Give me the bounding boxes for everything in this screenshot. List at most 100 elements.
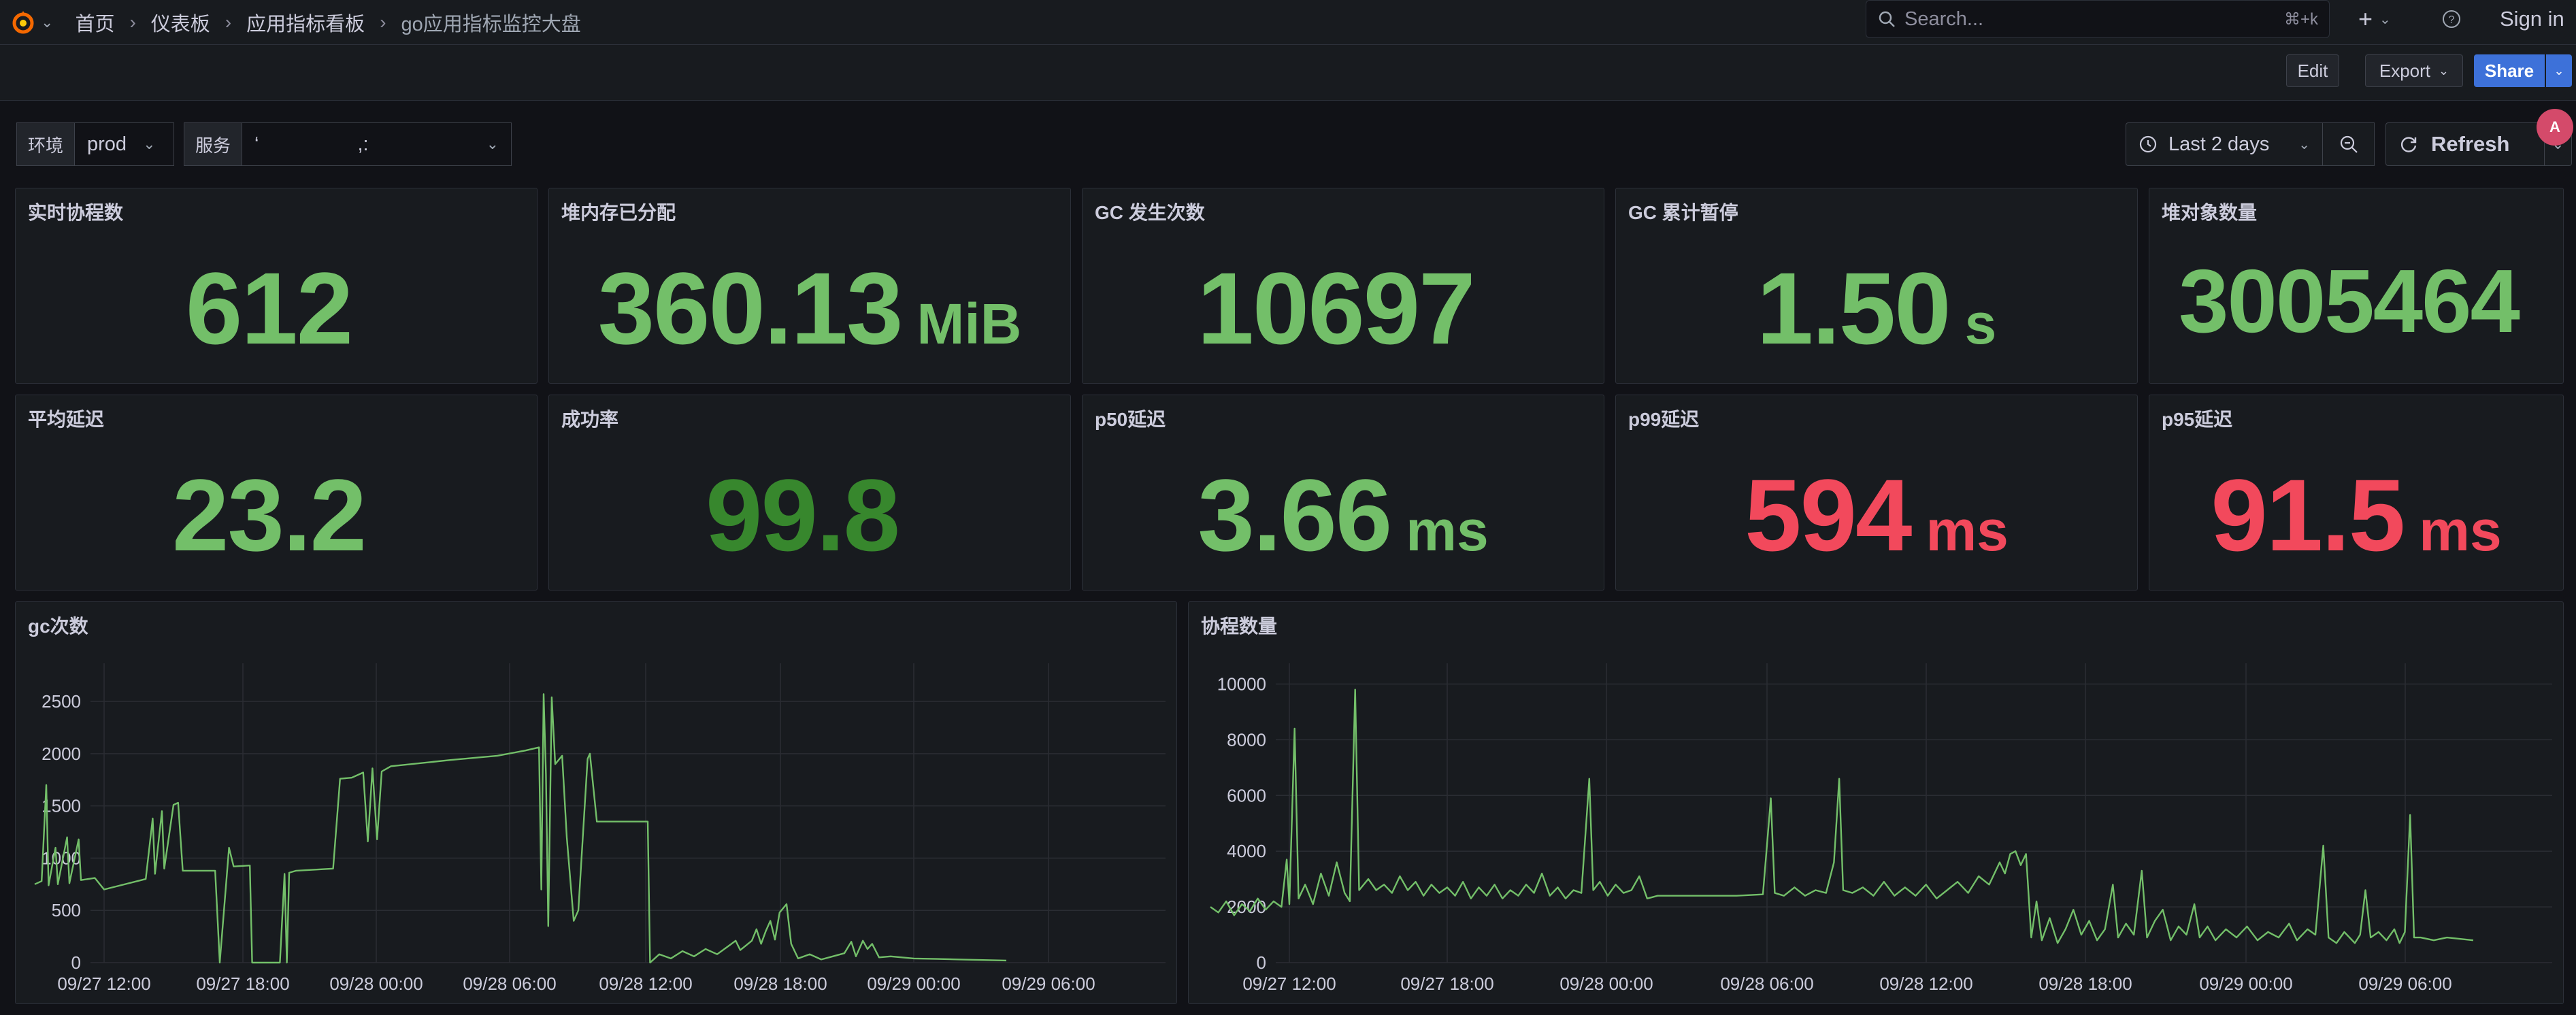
- timeseries-panel-goroutines[interactable]: 协程数量 0 2000 4000 6000 8000 10000 09/27 12:00 09…: [1188, 601, 2564, 1004]
- x-tick-label: 09/28 06:00: [463, 974, 556, 994]
- refresh-button[interactable]: Refresh: [2385, 122, 2545, 166]
- stat-panel-gc-count[interactable]: GC 发生次数 10697: [1082, 188, 1604, 384]
- x-tick-label: 09/29 00:00: [867, 974, 960, 994]
- search-icon: [1879, 11, 1895, 27]
- y-tick-label: 8000: [1227, 729, 1266, 750]
- stat-value: 91.5 ms: [2211, 458, 2502, 572]
- x-tick-label: 09/28 18:00: [733, 974, 827, 994]
- x-tick-label: 09/28 18:00: [2038, 974, 2132, 994]
- breadcrumb-dashboards[interactable]: 仪表板: [151, 8, 210, 37]
- timeseries-panel-gc-count[interactable]: gc次数 0 500 1000 1500 2000 2500 09/27 12:00 09/2…: [15, 601, 1177, 1004]
- x-tick-label: 09/27 18:00: [196, 974, 289, 994]
- panel-title: 平均延迟: [28, 409, 105, 430]
- translate-badge-label: A: [2549, 118, 2560, 135]
- export-label: Export: [2379, 60, 2431, 81]
- x-tick-label: 09/29 00:00: [2199, 974, 2292, 994]
- panel-title: p50延迟: [1095, 409, 1166, 430]
- panel-title: 堆对象数量: [2162, 202, 2258, 223]
- stat-panel-success-rate[interactable]: 成功率 99.8: [548, 395, 1071, 590]
- help-button[interactable]: ?: [2441, 0, 2462, 38]
- search-placeholder: Search...: [1904, 7, 1984, 30]
- variable-value: prod: [87, 133, 127, 155]
- chevron-down-icon: ⌄: [486, 135, 499, 152]
- stat-value: 99.8: [706, 458, 900, 572]
- x-tick-label: 09/28 00:00: [1559, 974, 1653, 994]
- x-tick-label: 09/28 12:00: [599, 974, 692, 994]
- breadcrumb-home[interactable]: 首页: [75, 8, 114, 37]
- stat-panel-heap-alloc[interactable]: 堆内存已分配 360.13 MiB: [548, 188, 1071, 384]
- goroutine-count-chart: 020004000600080001000009/27 12:00 09/27 1…: [1210, 663, 2552, 994]
- stat-panel-goroutines[interactable]: 实时协程数 612: [15, 188, 538, 384]
- x-tick-label: 09/27 12:00: [57, 974, 150, 994]
- stat-value: 594 ms: [1745, 458, 2009, 572]
- panel-title: GC 累计暂停: [1628, 202, 1738, 223]
- breadcrumb-dashboard-title: go应用指标监控大盘: [401, 13, 581, 35]
- stat-panel-p95-latency[interactable]: p95延迟 91.5 ms: [2149, 395, 2564, 590]
- env-select[interactable]: prod ⌄: [75, 122, 175, 166]
- variable-env: 环境 prod ⌄: [16, 122, 175, 166]
- stat-panel-gc-pause[interactable]: GC 累计暂停 1.50 s: [1615, 188, 2138, 384]
- svg-text:?: ?: [2449, 14, 2455, 26]
- stat-value: 3.66 ms: [1198, 458, 1489, 572]
- time-range-label: Last 2 days: [2168, 133, 2270, 155]
- search-shortcut: ⌘+k: [2283, 10, 2318, 29]
- stat-value: 612: [185, 251, 353, 365]
- stat-panel-p99-latency[interactable]: p99延迟 594 ms: [1615, 395, 2138, 590]
- variable-label: 环境: [16, 122, 76, 166]
- translate-icon[interactable]: A: [2537, 109, 2573, 146]
- share-button[interactable]: Share: [2474, 54, 2545, 87]
- variable-label: 服务: [184, 122, 243, 166]
- panel-title: p99延迟: [1628, 409, 1700, 430]
- search-input[interactable]: Search... ⌘+k: [1866, 0, 2330, 38]
- stat-panel-p50-latency[interactable]: p50延迟 3.66 ms: [1082, 395, 1604, 590]
- dashboard-toolbar: Edit Export ⌄ Share ⌄: [0, 45, 2576, 101]
- panel-title: 实时协程数: [28, 202, 124, 223]
- help-icon: ?: [2443, 10, 2460, 28]
- panel-title: 堆内存已分配: [561, 202, 676, 223]
- y-tick-label: 0: [71, 952, 81, 973]
- refresh-label: Refresh: [2431, 132, 2510, 156]
- stat-value: 3005464: [2179, 251, 2520, 351]
- y-tick-label: 2000: [42, 744, 81, 764]
- export-button[interactable]: Export ⌄: [2365, 54, 2463, 87]
- grafana-logo-icon[interactable]: [8, 7, 38, 37]
- edit-button[interactable]: Edit: [2286, 54, 2339, 87]
- y-tick-label: 500: [52, 900, 81, 920]
- y-tick-label: 0: [1257, 952, 1266, 973]
- sign-in-link[interactable]: Sign in: [2500, 0, 2564, 38]
- stat-panel-avg-latency[interactable]: 平均延迟 23.2: [15, 395, 538, 590]
- x-tick-label: 09/28 12:00: [1879, 974, 1972, 994]
- service-select[interactable]: ‘ ,: ⌄: [242, 122, 512, 166]
- stat-value: 10697: [1197, 251, 1475, 365]
- zoom-out-button[interactable]: [2323, 122, 2375, 166]
- x-tick-label: 09/27 12:00: [1242, 974, 1336, 994]
- refresh-icon: [2400, 137, 2417, 152]
- stat-panel-heap-objects[interactable]: 堆对象数量 3005464: [2149, 188, 2564, 384]
- x-tick-label: 09/27 18:00: [1400, 974, 1493, 994]
- series-line: [1210, 688, 2474, 944]
- share-dropdown-button[interactable]: ⌄: [2546, 54, 2572, 87]
- x-tick-label: 09/29 06:00: [2358, 974, 2451, 994]
- chevron-down-icon: ⌄: [143, 135, 156, 152]
- add-new-button[interactable]: + ⌄: [2358, 0, 2391, 38]
- clock-icon: [2139, 135, 2157, 153]
- stat-value: 23.2: [172, 458, 367, 572]
- x-tick-label: 09/29 06:00: [1002, 974, 1095, 994]
- panel-title: 成功率: [561, 409, 619, 430]
- breadcrumb-folder[interactable]: 应用指标看板: [246, 8, 365, 37]
- y-tick-label: 2500: [42, 691, 81, 712]
- x-tick-label: 09/28 06:00: [1720, 974, 1813, 994]
- chevron-down-icon: ⌄: [2379, 12, 2391, 27]
- plus-icon: +: [2358, 5, 2373, 33]
- gc-count-chart: 0500100015002000250009/27 12:00 09/27 18:…: [34, 663, 1166, 994]
- panel-title: p95延迟: [2162, 409, 2233, 430]
- x-tick-label: 09/28 00:00: [329, 974, 423, 994]
- chevron-down-icon[interactable]: ⌄: [41, 14, 53, 31]
- variable-value: ‘ ,:: [254, 133, 369, 155]
- chevron-down-icon: ⌄: [2554, 63, 2564, 78]
- breadcrumb: 首页 › 仪表板 › 应用指标看板 › go应用指标监控大盘: [75, 8, 580, 37]
- time-range-picker[interactable]: Last 2 days ⌄: [2126, 122, 2323, 166]
- chevron-right-icon: ›: [225, 11, 232, 33]
- chevron-right-icon: ›: [380, 11, 386, 33]
- y-tick-label: 4000: [1227, 841, 1266, 861]
